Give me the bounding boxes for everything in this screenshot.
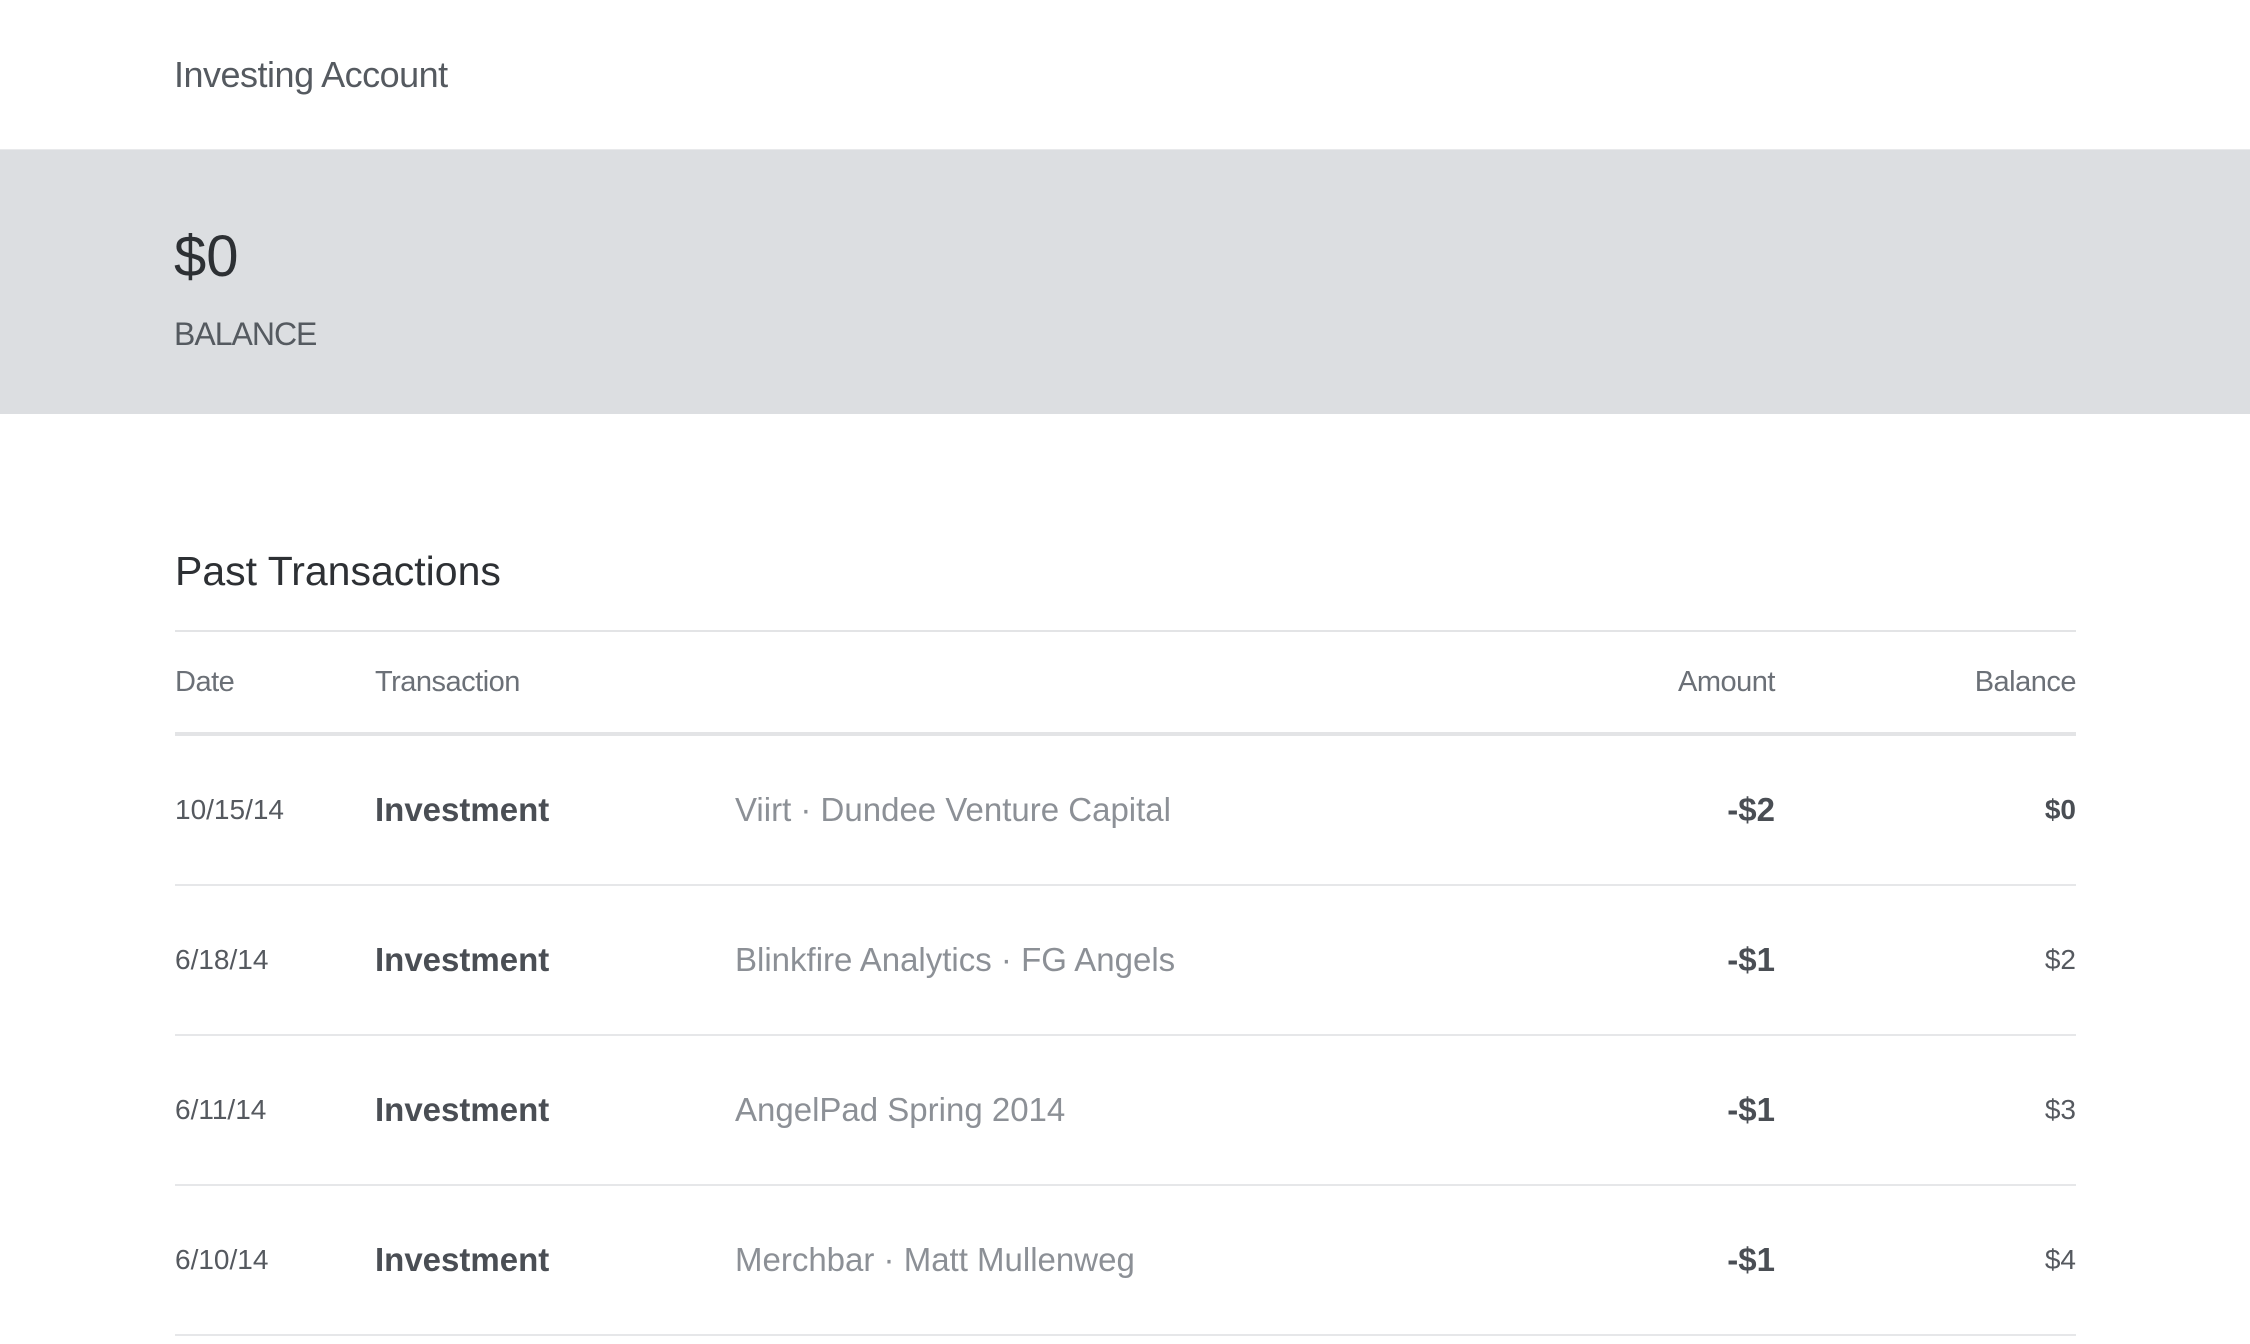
row-amount: -$1 xyxy=(1727,1091,1775,1128)
row-type: Investment xyxy=(375,1241,550,1278)
page-header: Investing Account xyxy=(0,0,2250,150)
table-row[interactable]: 6/11/14 Investment AngelPad Spring 2014 … xyxy=(175,1036,2076,1186)
row-balance: $4 xyxy=(2044,1244,2076,1275)
row-date: 6/18/14 xyxy=(175,944,269,975)
row-description: Viirt · Dundee Venture Capital xyxy=(735,791,1171,828)
row-type: Investment xyxy=(375,1091,550,1128)
row-balance: $2 xyxy=(2044,944,2076,975)
section-title: Past Transactions xyxy=(175,548,501,594)
transactions-table: Date Transaction Amount Balance 10/15/14… xyxy=(175,630,2077,1336)
row-description: AngelPad Spring 2014 xyxy=(735,1091,1066,1128)
table-header: Date Transaction Amount Balance xyxy=(175,632,2077,736)
row-date: 6/10/14 xyxy=(175,1244,269,1275)
row-amount: -$2 xyxy=(1727,791,1775,828)
row-description: Merchbar · Matt Mullenweg xyxy=(735,1241,1135,1278)
row-balance: $3 xyxy=(2044,1094,2076,1125)
row-type: Investment xyxy=(375,791,550,828)
row-amount: -$1 xyxy=(1727,941,1775,978)
balance-label: BALANCE xyxy=(174,316,317,352)
column-header-amount: Amount xyxy=(1678,665,1775,698)
past-transactions-section: Past Transactions Date Transaction Amoun… xyxy=(0,548,2250,1336)
row-balance: $0 xyxy=(2044,794,2076,825)
row-description: Blinkfire Analytics · FG Angels xyxy=(735,941,1176,978)
table-row[interactable]: 10/15/14 Investment Viirt · Dundee Ventu… xyxy=(175,736,2076,886)
balance-summary: $0 BALANCE xyxy=(0,150,2250,414)
balance-amount: $0 xyxy=(174,224,239,289)
row-amount: -$1 xyxy=(1727,1241,1775,1278)
page-title: Investing Account xyxy=(174,53,448,95)
column-header-transaction: Transaction xyxy=(375,665,520,698)
table-row[interactable]: 6/18/14 Investment Blinkfire Analytics ·… xyxy=(175,886,2076,1036)
row-type: Investment xyxy=(375,941,550,978)
column-header-date: Date xyxy=(175,665,235,698)
row-date: 6/11/14 xyxy=(175,1094,267,1125)
row-date: 10/15/14 xyxy=(175,794,284,825)
table-row[interactable]: 6/10/14 Investment Merchbar · Matt Mulle… xyxy=(175,1186,2076,1336)
column-header-balance: Balance xyxy=(1974,665,2077,698)
